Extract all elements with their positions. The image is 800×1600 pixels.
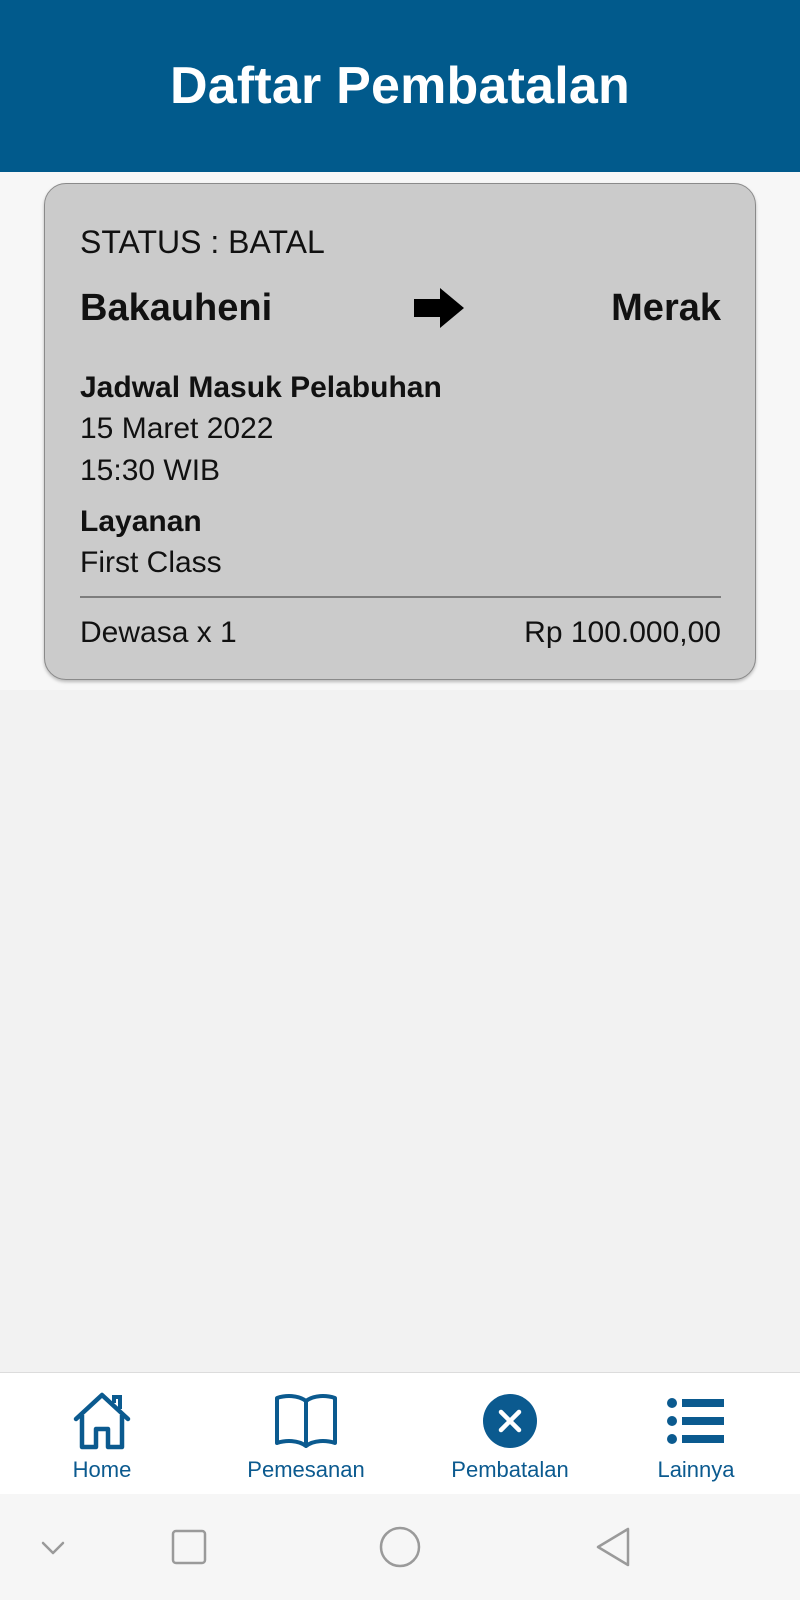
arrow-right-icon (414, 288, 464, 328)
back-icon[interactable] (590, 1522, 640, 1572)
nav-item-pemesanan[interactable]: Pemesanan (206, 1373, 406, 1495)
origin-port: Bakauheni (80, 287, 273, 329)
nav-item-pembatalan[interactable]: Pembatalan (410, 1373, 610, 1495)
system-nav-bar (0, 1494, 800, 1600)
home-icon (73, 1392, 131, 1450)
service-value: First Class (80, 546, 222, 579)
page-title: Daftar Pembatalan (170, 57, 630, 115)
book-icon (275, 1394, 337, 1448)
nav-label-pembatalan: Pembatalan (451, 1457, 569, 1482)
passenger-count: Dewasa x 1 (80, 616, 237, 649)
fare-row: Dewasa x 1 Rp 100.000,00 (80, 598, 721, 668)
nav-label-home: Home (72, 1457, 132, 1482)
list-icon (667, 1398, 724, 1444)
schedule-time: 15:30 WIB (80, 454, 221, 487)
bottom-nav: Home Pemesanan Pembatalan Lainnya (0, 1372, 800, 1494)
nav-label-pemesanan: Pemesanan (247, 1457, 365, 1482)
cancellation-card[interactable]: STATUS : BATAL Bakauheni Merak Jadwal Ma… (44, 183, 756, 680)
recent-apps-icon[interactable] (164, 1522, 214, 1572)
cancel-circle-icon (483, 1394, 537, 1448)
service-section: Layanan First Class (80, 502, 721, 584)
nav-item-lainnya[interactable]: Lainnya (596, 1373, 796, 1495)
schedule-label: Jadwal Masuk Pelabuhan (80, 371, 442, 404)
chevron-down-icon[interactable] (28, 1522, 78, 1572)
app-header: Daftar Pembatalan (0, 0, 800, 172)
nav-label-lainnya: Lainnya (657, 1457, 735, 1482)
schedule-date: 15 Maret 2022 (80, 412, 274, 445)
route-row: Bakauheni Merak (80, 278, 721, 338)
schedule-section: Jadwal Masuk Pelabuhan 15 Maret 2022 15:… (80, 368, 721, 492)
service-label: Layanan (80, 505, 202, 538)
nav-item-home[interactable]: Home (2, 1373, 202, 1495)
home-circle-icon[interactable] (375, 1522, 425, 1572)
status-label: STATUS : BATAL (80, 224, 325, 260)
destination-port: Merak (611, 287, 721, 329)
ticket-price: Rp 100.000,00 (524, 616, 721, 649)
